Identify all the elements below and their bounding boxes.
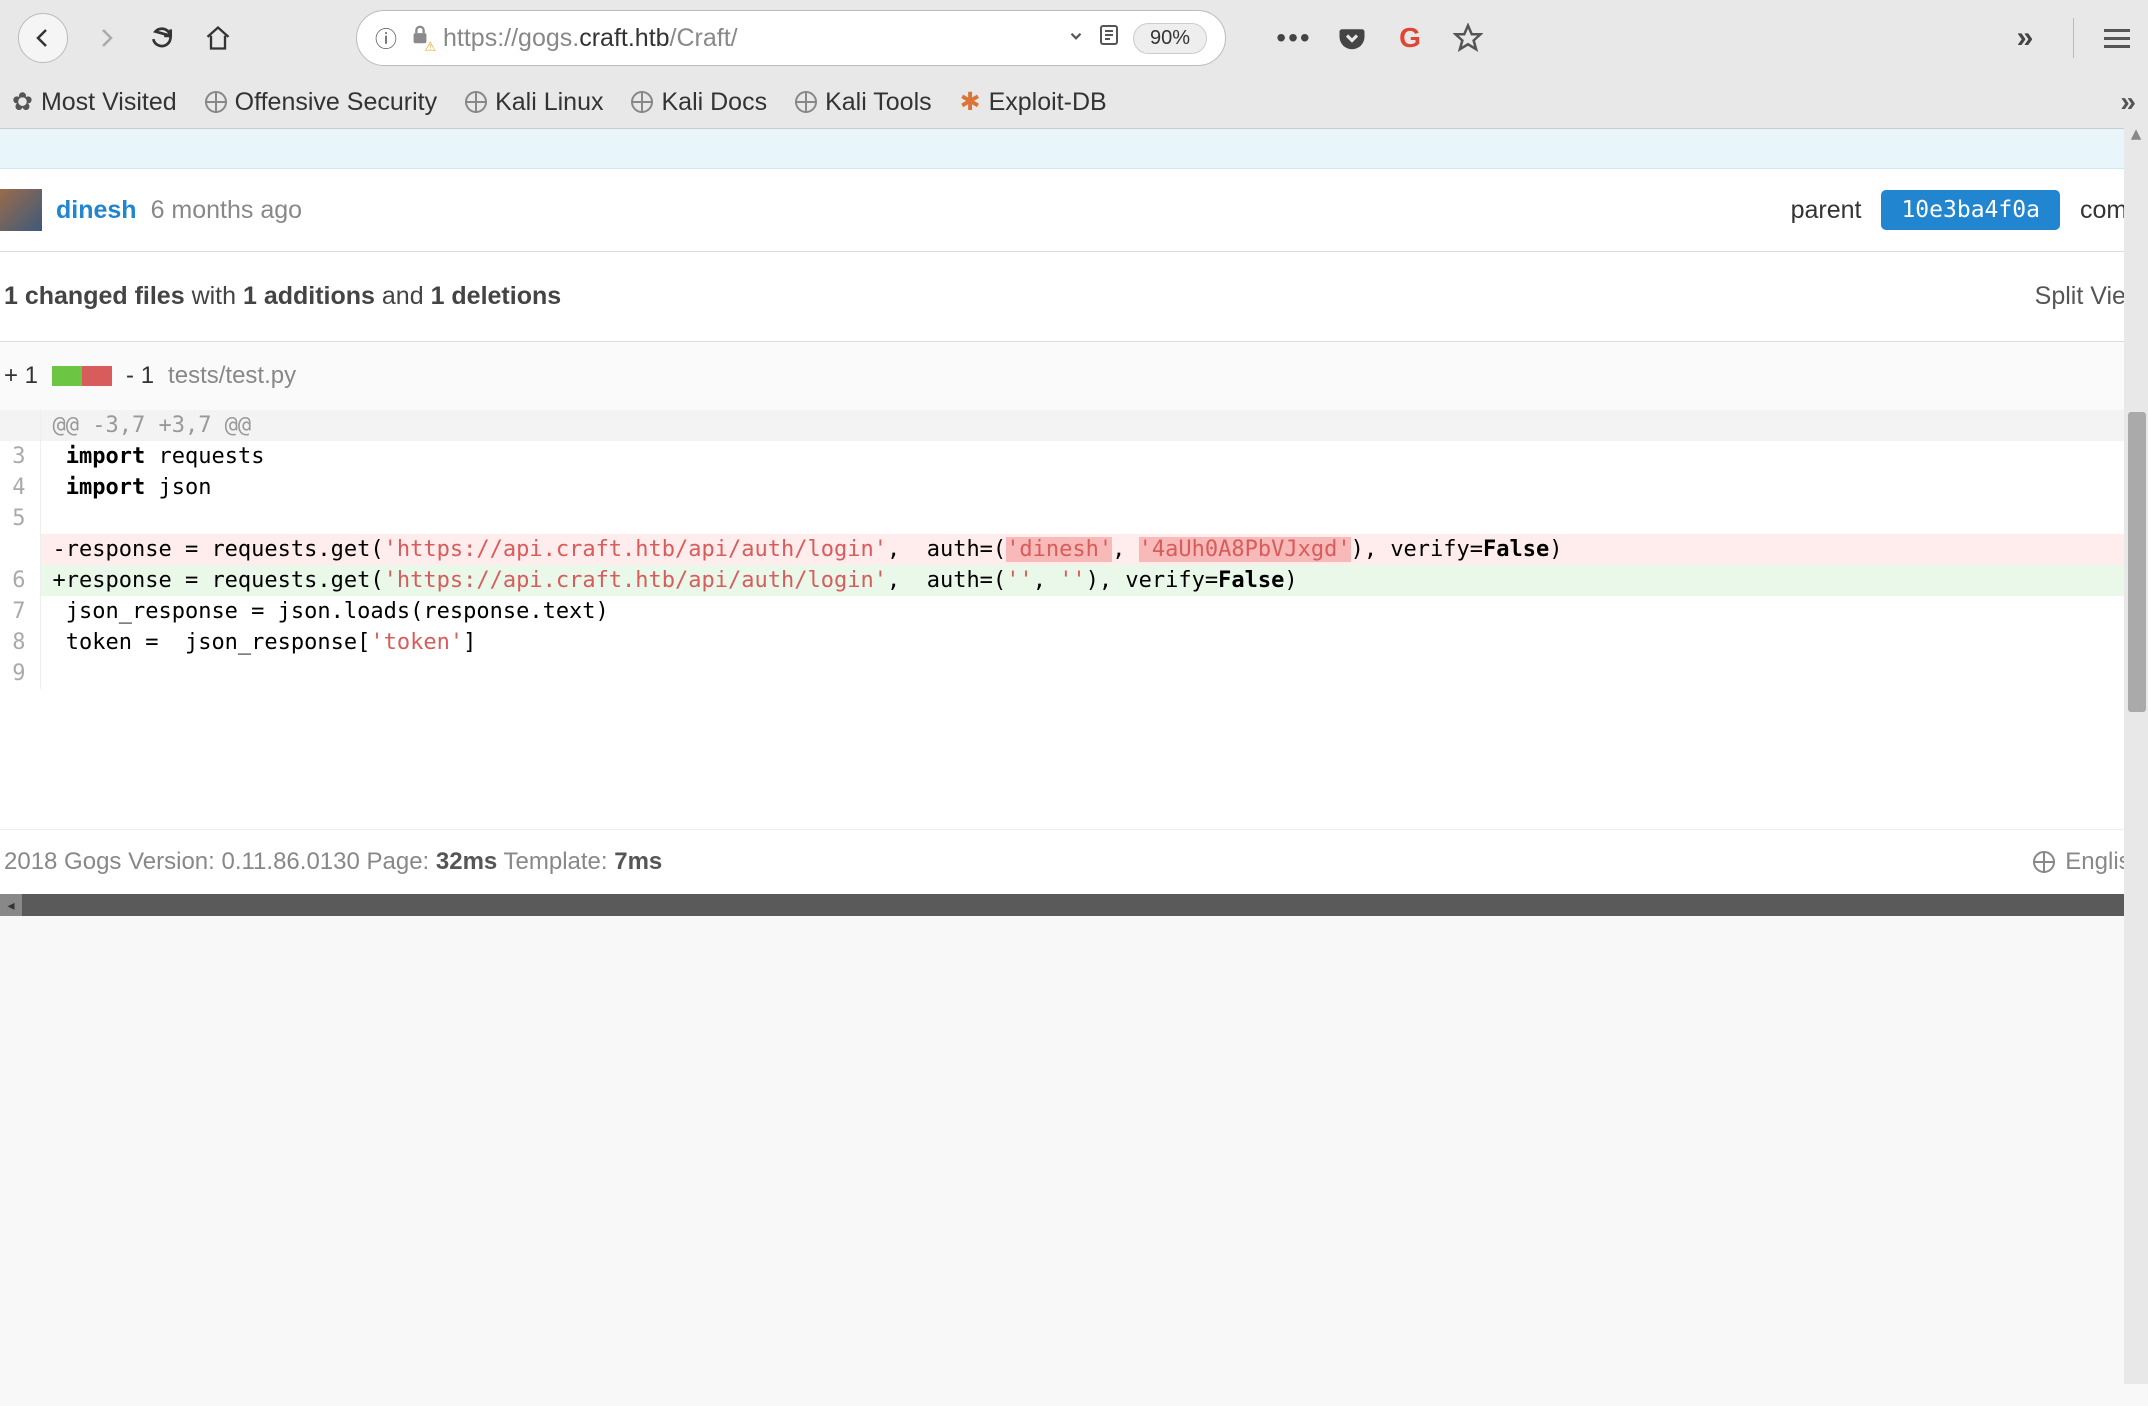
- grammarly-icon[interactable]: G: [1392, 20, 1428, 56]
- home-button[interactable]: [200, 20, 236, 56]
- scrollbar-thumb[interactable]: [2128, 412, 2146, 712]
- globe-icon: [465, 91, 487, 113]
- scrollbar-track[interactable]: [22, 894, 2126, 916]
- bookmark-most-visited[interactable]: ✿ Most Visited: [12, 87, 177, 117]
- menu-button[interactable]: [2104, 29, 2130, 48]
- commit-time: 6 months ago: [151, 196, 303, 225]
- hunk-header: @@ -3,7 +3,7 @@: [0, 410, 2148, 441]
- browser-nav-bar: ⓘ https://gogs.craft.htb/Craft/ 90% ••• …: [0, 0, 2148, 76]
- more-icon[interactable]: •••: [1276, 20, 1312, 56]
- vertical-scrollbar[interactable]: ▴: [2124, 122, 2148, 1384]
- diff-row-addition: 6 +response = requests.get('https://api.…: [0, 565, 2148, 596]
- bookmark-kali-linux[interactable]: Kali Linux: [465, 88, 603, 117]
- bookmark-exploit-db[interactable]: ✱ Exploit-DB: [960, 87, 1107, 117]
- bookmark-label: Offensive Security: [235, 88, 437, 117]
- file-path[interactable]: tests/test.py: [168, 362, 296, 390]
- globe-icon: [2033, 851, 2055, 873]
- diff-table: @@ -3,7 +3,7 @@ 3 import requests 4 impo…: [0, 410, 2148, 689]
- bookmarks-overflow-icon[interactable]: »: [2120, 86, 2136, 118]
- page-footer: 2018 Gogs Version: 0.11.86.0130 Page: 32…: [0, 829, 2148, 894]
- diff-row: 9: [0, 658, 2148, 689]
- bookmarks-bar: ✿ Most Visited Offensive Security Kali L…: [0, 76, 2148, 128]
- scroll-left-icon[interactable]: ◂: [0, 894, 22, 916]
- diff-bar-add: [52, 366, 82, 386]
- scroll-up-icon[interactable]: ▴: [2124, 122, 2148, 144]
- globe-icon: [205, 91, 227, 113]
- bookmark-label: Kali Tools: [825, 88, 932, 117]
- pocket-icon[interactable]: [1334, 20, 1370, 56]
- overflow-chevron-icon[interactable]: »: [2007, 20, 2043, 56]
- url-text: https://gogs.craft.htb/Craft/: [443, 24, 1055, 53]
- diff-row: 3 import requests: [0, 441, 2148, 472]
- diff-row: 4 import json: [0, 472, 2148, 503]
- diff-bar-del: [82, 366, 112, 386]
- diff-row: 7 json_response = json.loads(response.te…: [0, 596, 2148, 627]
- toolbar-divider: [2073, 18, 2074, 58]
- zoom-badge[interactable]: 90%: [1133, 23, 1207, 54]
- commit-header: dinesh 6 months ago parent 10e3ba4f0a co…: [0, 169, 2148, 251]
- bookmark-label: Exploit-DB: [989, 88, 1107, 117]
- gear-icon: ✿: [12, 87, 33, 117]
- bookmark-label: Kali Docs: [661, 88, 767, 117]
- bookmark-kali-docs[interactable]: Kali Docs: [631, 88, 767, 117]
- reload-button[interactable]: [144, 20, 180, 56]
- parent-hash-link[interactable]: 10e3ba4f0a: [1881, 190, 2059, 230]
- url-dropdown-icon[interactable]: [1067, 27, 1085, 50]
- forward-button[interactable]: [88, 20, 124, 56]
- reader-mode-icon[interactable]: [1097, 23, 1121, 53]
- bookmark-label: Kali Linux: [495, 88, 603, 117]
- diff-stats: 1 changed files with 1 additions and 1 d…: [0, 251, 2148, 342]
- bookmark-star-icon[interactable]: [1450, 20, 1486, 56]
- url-bar[interactable]: ⓘ https://gogs.craft.htb/Craft/ 90%: [356, 10, 1226, 66]
- bug-icon: ✱: [960, 87, 981, 117]
- commit-message-strip: [0, 129, 2148, 169]
- diff-bar: [52, 366, 112, 386]
- avatar[interactable]: [0, 189, 42, 231]
- globe-icon: [631, 91, 653, 113]
- bookmark-label: Most Visited: [41, 88, 177, 117]
- site-info-icon[interactable]: ⓘ: [375, 22, 397, 54]
- file-header: + 1 - 1 tests/test.py: [0, 342, 2148, 410]
- bookmark-offensive-security[interactable]: Offensive Security: [205, 88, 437, 117]
- diff-row: 5: [0, 503, 2148, 534]
- diff-row-deletion: -response = requests.get('https://api.cr…: [0, 534, 2148, 565]
- diff-row: 8 token = json_response['token']: [0, 627, 2148, 658]
- globe-icon: [795, 91, 817, 113]
- lock-warning-icon: [409, 24, 431, 52]
- deletions-count: - 1: [126, 362, 154, 390]
- author-link[interactable]: dinesh: [56, 196, 137, 225]
- bookmark-kali-tools[interactable]: Kali Tools: [795, 88, 932, 117]
- parent-label: parent: [1791, 196, 1862, 225]
- back-button[interactable]: [18, 13, 68, 63]
- additions-count: + 1: [4, 362, 38, 390]
- horizontal-scrollbar[interactable]: ◂ ▸: [0, 894, 2148, 916]
